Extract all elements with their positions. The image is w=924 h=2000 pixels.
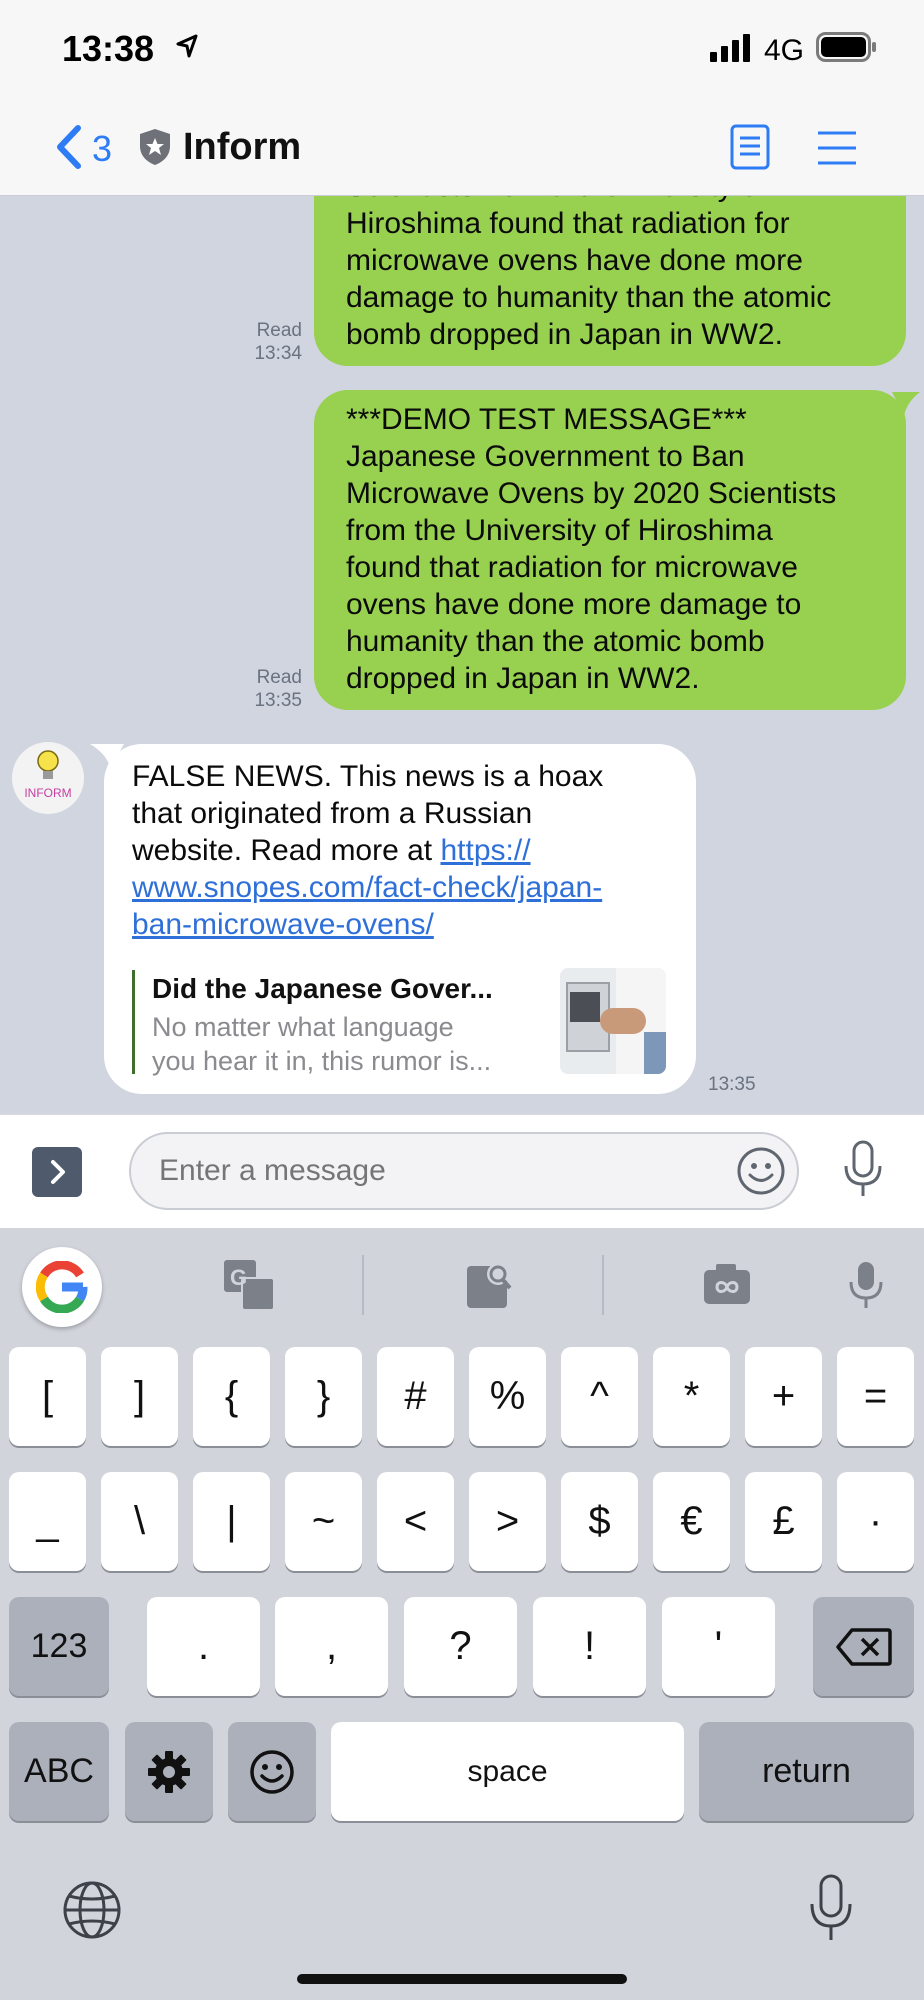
expand-button[interactable] xyxy=(32,1147,82,1197)
message-time: 13:35 xyxy=(708,1074,756,1095)
image-search-icon[interactable] xyxy=(464,1258,518,1312)
voice-input-icon[interactable] xyxy=(846,1260,886,1310)
google-g-icon xyxy=(36,1261,88,1313)
key[interactable]: ^ xyxy=(561,1347,638,1446)
key[interactable]: [ xyxy=(9,1347,86,1446)
link-preview-card[interactable]: Did the Japanese Gover... No matter what… xyxy=(132,968,672,1076)
microphone-icon[interactable] xyxy=(842,1140,884,1200)
preview-thumbnail xyxy=(560,968,666,1074)
key[interactable]: * xyxy=(653,1347,730,1446)
numbers-key[interactable]: 123 xyxy=(9,1597,109,1696)
gear-icon xyxy=(148,1750,190,1793)
outgoing-message-bubble[interactable]: ***DEMO TEST MESSAGE*** Japanese Governm… xyxy=(314,390,906,710)
lightbulb-icon xyxy=(37,750,59,779)
snopes-link[interactable]: https:// xyxy=(440,834,530,867)
key[interactable]: $ xyxy=(561,1472,638,1571)
network-type: 4G xyxy=(764,34,805,67)
divider xyxy=(362,1255,364,1315)
message-line: humanity than the atomic bomb xyxy=(346,625,765,658)
translate-icon[interactable]: G xyxy=(222,1258,276,1312)
message-line: ovens have done more damage to xyxy=(346,588,802,621)
notes-icon[interactable] xyxy=(730,124,770,170)
key[interactable]: ' xyxy=(662,1597,775,1696)
key[interactable]: \ xyxy=(101,1472,178,1571)
message-line: Scientists from the University of xyxy=(346,196,878,205)
chat-title: Inform xyxy=(183,126,302,168)
abc-key[interactable]: ABC xyxy=(9,1722,109,1821)
chevron-right-icon xyxy=(51,1160,65,1184)
message-line: Japanese Government to Ban xyxy=(346,440,745,473)
home-indicator xyxy=(297,1974,627,1984)
message-input[interactable] xyxy=(129,1132,799,1210)
key[interactable]: ~ xyxy=(285,1472,362,1571)
status-time: 13:38 xyxy=(62,28,155,69)
key[interactable]: ! xyxy=(533,1597,646,1696)
return-key[interactable]: return xyxy=(699,1722,914,1821)
globe-icon[interactable] xyxy=(62,1880,122,1940)
message-line: microwave ovens have done more xyxy=(346,244,803,277)
key[interactable]: > xyxy=(469,1472,546,1571)
delete-key[interactable] xyxy=(813,1597,914,1696)
key[interactable]: . xyxy=(147,1597,260,1696)
incoming-message-bubble[interactable]: FALSE NEWS. This news is a hoax that ori… xyxy=(104,744,696,1094)
divider xyxy=(602,1255,604,1315)
key[interactable]: + xyxy=(745,1347,822,1446)
message-line: Microwave Ovens by 2020 Scientists xyxy=(346,477,837,510)
message-line: ***DEMO TEST MESSAGE*** xyxy=(346,403,747,436)
message-read-status: Read 13:35 xyxy=(254,667,302,711)
verified-shield-icon xyxy=(140,129,170,165)
message-line: bomb dropped in Japan in WW2. xyxy=(346,318,783,351)
emoji-icon[interactable] xyxy=(736,1146,786,1196)
emoji-icon xyxy=(250,1749,294,1794)
bubble-tail xyxy=(892,392,920,416)
dictation-icon[interactable] xyxy=(808,1874,854,1944)
message-line: found that radiation for microwave xyxy=(346,551,798,584)
key[interactable]: € xyxy=(653,1472,730,1571)
emoji-key[interactable] xyxy=(228,1722,316,1821)
chat-area[interactable]: Scientists from the University of Hirosh… xyxy=(0,196,924,1114)
space-key[interactable]: space xyxy=(331,1722,684,1821)
key[interactable]: ] xyxy=(101,1347,178,1446)
snopes-link[interactable]: www.snopes.com/fact-check/japan- xyxy=(132,869,672,906)
signal-icon xyxy=(710,34,750,62)
message-line: that originated from a Russian xyxy=(132,797,533,830)
backspace-icon xyxy=(835,1627,892,1666)
key[interactable]: _ xyxy=(9,1472,86,1571)
menu-icon[interactable] xyxy=(816,130,858,166)
key[interactable]: · xyxy=(837,1472,914,1571)
key[interactable]: £ xyxy=(745,1472,822,1571)
key[interactable]: < xyxy=(377,1472,454,1571)
preview-description: No matter what language you hear it in, … xyxy=(152,1012,492,1076)
message-read-status: Read 13:34 xyxy=(254,320,302,364)
key[interactable]: % xyxy=(469,1347,546,1446)
key[interactable]: = xyxy=(837,1347,914,1446)
key[interactable]: ? xyxy=(404,1597,517,1696)
google-button[interactable] xyxy=(22,1247,102,1327)
message-line: Hiroshima found that radiation for xyxy=(346,207,790,240)
key[interactable]: } xyxy=(285,1347,362,1446)
preview-title: Did the Japanese Gover... xyxy=(152,973,493,1004)
location-arrow-icon xyxy=(176,34,198,58)
key[interactable]: # xyxy=(377,1347,454,1446)
preview-accent-bar xyxy=(132,970,135,1074)
message-line: website. Read more at https:// xyxy=(132,834,531,867)
outgoing-message-bubble[interactable]: Scientists from the University of Hirosh… xyxy=(314,196,906,366)
svg-text:G: G xyxy=(230,1265,247,1290)
avatar[interactable]: INFORM xyxy=(12,742,84,814)
back-unread-count[interactable]: 3 xyxy=(92,128,112,170)
key[interactable]: | xyxy=(193,1472,270,1571)
snopes-link[interactable]: ban-microwave-ovens/ xyxy=(132,906,672,943)
key[interactable]: { xyxy=(193,1347,270,1446)
battery-icon xyxy=(816,32,876,62)
back-chevron-icon[interactable] xyxy=(54,124,84,170)
settings-key[interactable] xyxy=(125,1722,213,1821)
message-line: FALSE NEWS. This news is a hoax xyxy=(132,760,604,793)
camera-icon[interactable] xyxy=(702,1262,752,1306)
message-line: damage to humanity than the atomic xyxy=(346,281,832,314)
key[interactable]: , xyxy=(275,1597,388,1696)
avatar-label: INFORM xyxy=(24,786,72,800)
message-line: from the University of Hiroshima xyxy=(346,514,773,547)
message-line: dropped in Japan in WW2. xyxy=(346,662,700,695)
